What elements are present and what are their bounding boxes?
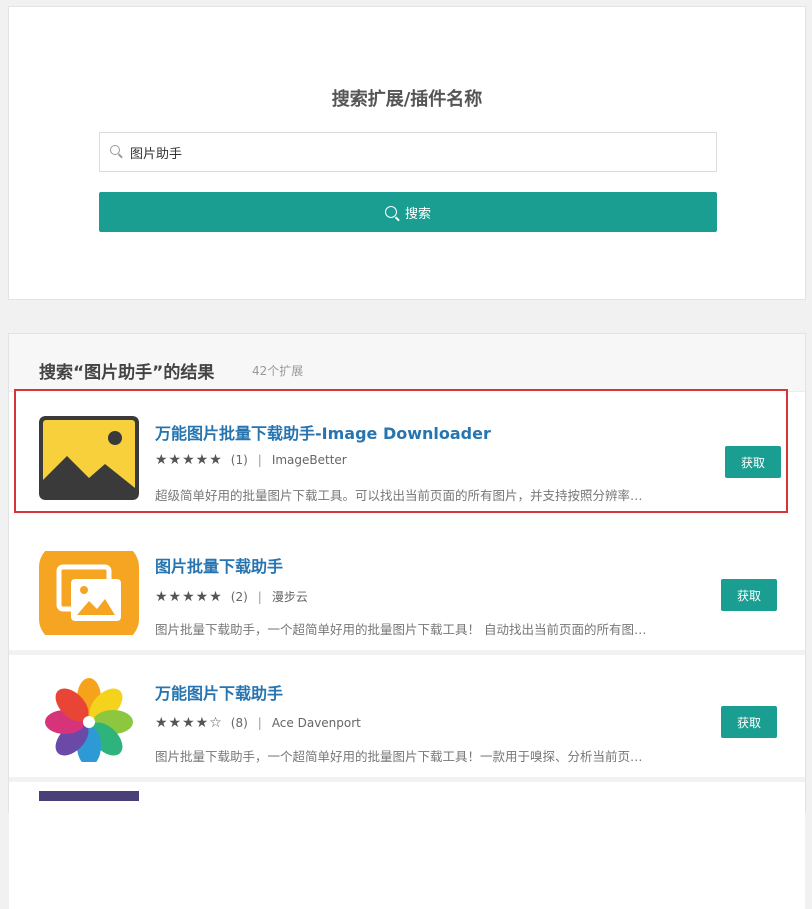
extension-name[interactable]: 万能图片下载助手 bbox=[155, 680, 283, 704]
meta-separator: | bbox=[257, 716, 262, 730]
search-icon bbox=[384, 206, 397, 218]
search-icon bbox=[110, 145, 120, 155]
get-button[interactable]: 获取 bbox=[725, 446, 781, 478]
extension-author: 漫步云 bbox=[271, 590, 308, 604]
search-title: 搜索扩展/插件名称 bbox=[331, 89, 483, 110]
results-count: 42个扩展 bbox=[252, 364, 304, 378]
meta-separator: | bbox=[257, 453, 262, 467]
search-button[interactable]: 搜索 bbox=[99, 192, 717, 232]
rating-stars: ★★★★★ bbox=[155, 452, 223, 468]
rating-count: (8) bbox=[230, 716, 248, 730]
result-item[interactable]: 万能图片批量下载助手-Image Downloader ★★★★★ (1) | … bbox=[14, 389, 788, 513]
extension-meta: ★★★★★ (2) | 漫步云 bbox=[155, 588, 308, 605]
extension-meta: ★★★★☆ (8) | Ace Davenport bbox=[155, 715, 361, 731]
rating-count: (2) bbox=[230, 589, 248, 604]
rating-stars: ★★★★★ bbox=[155, 588, 223, 605]
search-button-label: 搜索 bbox=[404, 206, 431, 222]
landscape-image-icon[interactable] bbox=[39, 416, 139, 500]
result-item[interactable] bbox=[9, 785, 805, 909]
results-header: 搜索“图片助手”的结果 42个扩展 bbox=[9, 334, 805, 392]
meta-separator: | bbox=[257, 589, 262, 604]
get-button[interactable]: 获取 bbox=[721, 579, 777, 611]
extension-name[interactable]: 万能图片批量下载助手-Image Downloader bbox=[155, 420, 491, 444]
result-item[interactable]: 图片批量下载助手 ★★★★★ (2) | 漫步云 图片批量下载助手，一个超简单好… bbox=[9, 531, 805, 655]
extension-description: 超级简单好用的批量图片下载工具。可以找出当前页面的所有图片，并支持按照分辨率… bbox=[155, 488, 643, 503]
extension-name[interactable]: 图片批量下载助手 bbox=[155, 553, 283, 577]
search-input[interactable] bbox=[130, 133, 700, 171]
extension-description: 图片批量下载助手，一个超简单好用的批量图片下载工具！一款用于嗅探、分析当前页… bbox=[155, 749, 643, 764]
extension-author: Ace Davenport bbox=[271, 716, 361, 730]
rating-count: (1) bbox=[230, 453, 248, 467]
results-title: 搜索“图片助手”的结果 bbox=[39, 363, 215, 383]
search-box[interactable] bbox=[99, 132, 717, 172]
search-panel: 搜索扩展/插件名称 搜索 bbox=[8, 6, 806, 300]
get-button[interactable]: 获取 bbox=[721, 706, 777, 738]
photo-gallery-icon[interactable] bbox=[39, 551, 139, 635]
result-item[interactable]: 万能图片下载助手 ★★★★☆ (8) | Ace Davenport 图片批量下… bbox=[9, 658, 805, 782]
results-panel: 搜索“图片助手”的结果 42个扩展 万能图片批量下载助手-Image Downl… bbox=[8, 333, 806, 909]
extension-description: 图片批量下载助手，一个超简单好用的批量图片下载工具！ 自动找出当前页面的所有图… bbox=[155, 622, 647, 637]
flower-petals-icon[interactable] bbox=[39, 678, 139, 762]
rating-stars: ★★★★☆ bbox=[155, 715, 223, 731]
extension-author: ImageBetter bbox=[271, 453, 347, 467]
extension-meta: ★★★★★ (1) | ImageBetter bbox=[155, 452, 347, 468]
